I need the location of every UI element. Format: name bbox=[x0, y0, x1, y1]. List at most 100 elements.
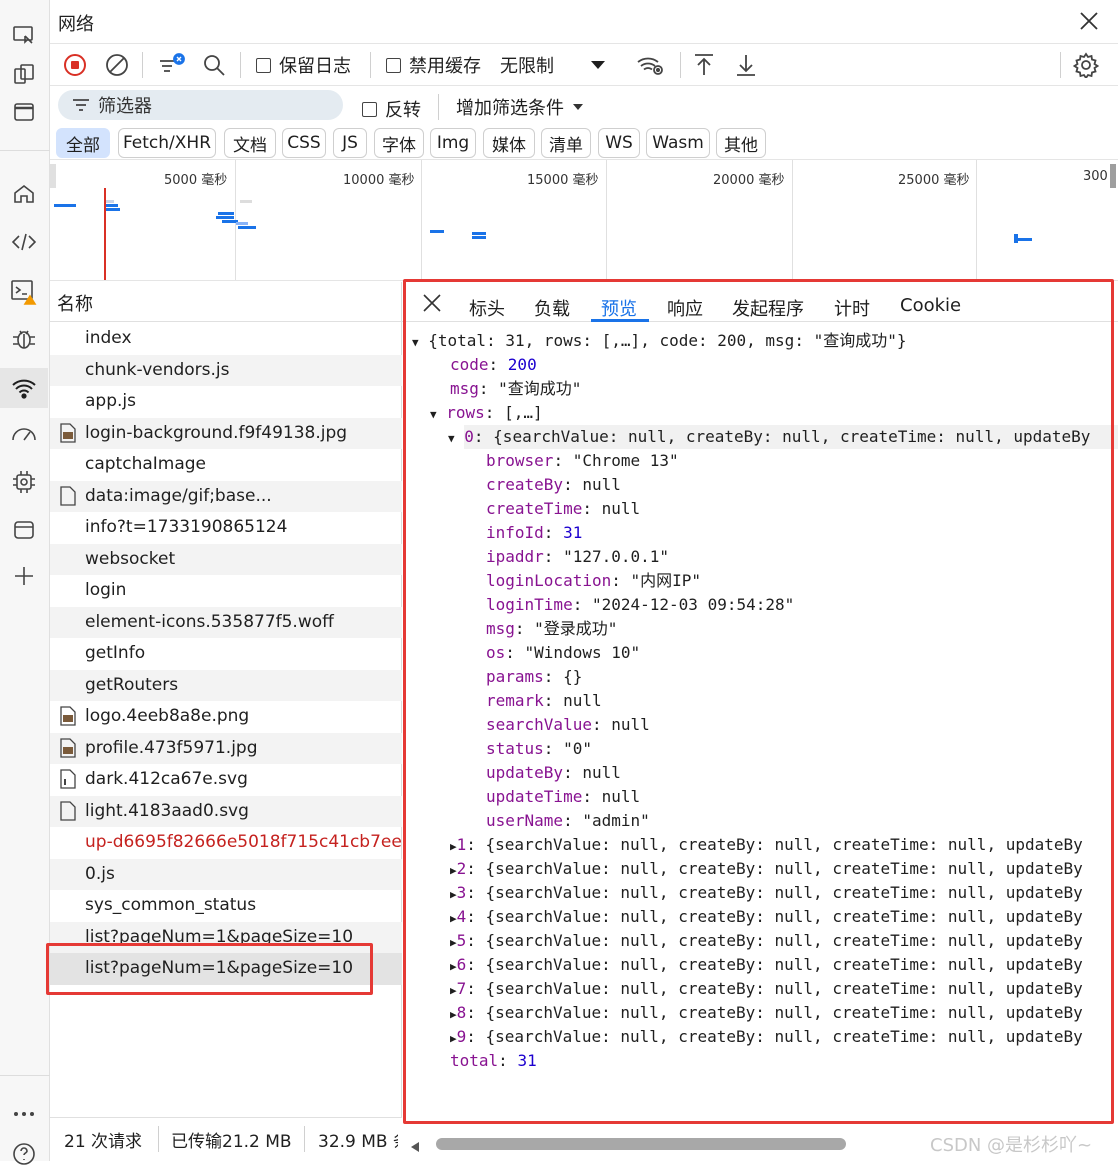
separator bbox=[680, 52, 681, 78]
preview-horizontal-scrollbar[interactable]: CSDN @是杉杉吖~ bbox=[402, 1127, 1118, 1161]
request-row[interactable]: 0.js bbox=[50, 858, 402, 890]
type-filter-other[interactable]: 其他 bbox=[716, 128, 766, 158]
window-icon[interactable] bbox=[8, 96, 40, 128]
grid-line bbox=[606, 160, 607, 280]
load-event-line bbox=[104, 188, 106, 280]
tick-label: 5000 毫秒 bbox=[164, 173, 228, 188]
filter-input[interactable]: 筛选器 bbox=[58, 90, 343, 120]
request-row[interactable]: info?t=1733190865124 bbox=[50, 512, 402, 544]
request-name: captchaImage bbox=[85, 454, 207, 474]
divider bbox=[0, 1075, 50, 1076]
network-conditions-icon[interactable] bbox=[636, 52, 666, 78]
type-filter-font[interactable]: 字体 bbox=[374, 128, 424, 158]
request-count: 21 次请求 bbox=[64, 1132, 143, 1152]
timeline-bar bbox=[106, 208, 120, 211]
svg-file-icon bbox=[60, 769, 76, 789]
request-name: data:image/gif;base... bbox=[85, 485, 272, 506]
request-row[interactable]: getInfo bbox=[50, 638, 402, 670]
request-row[interactable]: login bbox=[50, 575, 402, 607]
request-row[interactable]: element-icons.535877f5.woff bbox=[50, 606, 402, 638]
request-row[interactable]: login-background.f9f49138.jpg bbox=[50, 417, 402, 449]
type-filter-all[interactable]: 全部 bbox=[56, 128, 110, 158]
scroll-left-icon[interactable] bbox=[410, 1138, 420, 1157]
elements-code-icon[interactable] bbox=[8, 226, 40, 258]
timeline-bar bbox=[104, 204, 118, 207]
request-row[interactable]: app.js bbox=[50, 386, 402, 418]
request-row[interactable]: chunk-vendors.js bbox=[50, 354, 402, 386]
import-har-icon[interactable] bbox=[692, 52, 716, 78]
request-row[interactable]: getRouters bbox=[50, 669, 402, 701]
disable-cache-checkbox[interactable]: 禁用缓存 bbox=[386, 52, 481, 78]
device-emulation-icon[interactable] bbox=[8, 58, 40, 90]
disable-cache-checkbox-box[interactable] bbox=[386, 57, 401, 73]
request-name: login-background.f9f49138.jpg bbox=[85, 422, 348, 443]
settings-gear-icon[interactable] bbox=[1072, 52, 1100, 78]
request-row[interactable]: dark.412ca67e.svg bbox=[50, 764, 402, 796]
tick-label: 15000 毫秒 bbox=[527, 173, 599, 188]
preserve-log-checkbox[interactable]: 保留日志 bbox=[256, 52, 351, 78]
memory-chip-icon[interactable] bbox=[8, 466, 40, 498]
network-wifi-icon[interactable] bbox=[0, 368, 48, 408]
image-file-icon bbox=[60, 706, 76, 726]
overview-handle-right[interactable] bbox=[1110, 164, 1116, 188]
timeline-overview[interactable]: 5000 毫秒 10000 毫秒 15000 毫秒 20000 毫秒 25000… bbox=[50, 160, 1118, 281]
more-options-icon[interactable] bbox=[8, 1098, 40, 1130]
invert-checkbox[interactable]: 反转 bbox=[362, 96, 421, 122]
request-row[interactable]: websocket bbox=[50, 543, 402, 575]
tick-label: 25000 毫秒 bbox=[898, 173, 970, 188]
grid-line bbox=[976, 160, 977, 280]
type-filter-img[interactable]: Img bbox=[430, 128, 476, 158]
clear-icon[interactable] bbox=[104, 52, 130, 78]
tick-label: 20000 毫秒 bbox=[713, 173, 785, 188]
type-filter-manifest[interactable]: 清单 bbox=[541, 128, 591, 158]
type-filter-js[interactable]: JS bbox=[333, 128, 367, 158]
request-row[interactable]: light.4183aad0.svg bbox=[50, 795, 402, 827]
bug-icon[interactable] bbox=[8, 322, 40, 354]
request-row[interactable]: profile.473f5971.jpg bbox=[50, 732, 402, 764]
performance-icon[interactable] bbox=[8, 418, 40, 450]
scrollbar-thumb[interactable] bbox=[436, 1138, 846, 1150]
image-file-icon bbox=[60, 422, 76, 443]
name-column-header[interactable]: 名称 bbox=[50, 282, 402, 322]
timeline-bar bbox=[472, 236, 486, 239]
record-stop-icon[interactable] bbox=[62, 52, 88, 78]
overview-handle-left[interactable] bbox=[50, 164, 56, 188]
throttle-value: 无限制 bbox=[500, 56, 554, 77]
type-filter-doc[interactable]: 文档 bbox=[224, 128, 276, 158]
request-name: chunk-vendors.js bbox=[85, 359, 230, 380]
request-name: info?t=1733190865124 bbox=[85, 517, 288, 537]
type-filter-fetch-xhr[interactable]: Fetch/XHR bbox=[118, 128, 216, 158]
request-row[interactable]: data:image/gif;base... bbox=[50, 480, 402, 512]
request-row[interactable]: captchaImage bbox=[50, 449, 402, 481]
home-icon[interactable] bbox=[8, 178, 40, 210]
request-row[interactable]: up-d6695f82666e5018f715c41cb7ee... bbox=[50, 827, 402, 859]
more-tools-plus-icon[interactable] bbox=[8, 560, 40, 592]
timeline-bar bbox=[430, 230, 444, 233]
request-row[interactable]: index bbox=[50, 323, 402, 355]
type-filter-css[interactable]: CSS bbox=[282, 128, 326, 158]
filter-clear-icon[interactable] bbox=[158, 52, 186, 78]
application-window-icon[interactable] bbox=[8, 514, 40, 546]
close-icon[interactable] bbox=[1078, 10, 1100, 32]
throttle-dropdown-icon[interactable] bbox=[588, 52, 608, 78]
highlight-box-preview bbox=[403, 279, 1114, 1124]
search-icon[interactable] bbox=[201, 52, 227, 78]
request-row[interactable]: sys_common_status bbox=[50, 890, 402, 922]
add-filter-condition-button[interactable]: 增加筛选条件 bbox=[456, 94, 584, 120]
preserve-log-checkbox-box[interactable] bbox=[256, 57, 271, 73]
export-har-icon[interactable] bbox=[734, 52, 758, 78]
help-icon[interactable] bbox=[8, 1138, 40, 1170]
console-warning-icon[interactable] bbox=[8, 276, 40, 308]
type-filter-ws[interactable]: WS bbox=[598, 128, 640, 158]
request-name: getRouters bbox=[85, 674, 179, 695]
throttle-select[interactable]: 无限制 bbox=[500, 52, 554, 78]
request-name: light.4183aad0.svg bbox=[85, 800, 249, 821]
inspect-element-icon[interactable] bbox=[8, 20, 40, 52]
type-filter-media[interactable]: 媒体 bbox=[483, 128, 535, 158]
invert-checkbox-box[interactable] bbox=[362, 101, 377, 117]
request-row[interactable]: logo.4eeb8a8e.png bbox=[50, 701, 402, 733]
activity-bar bbox=[0, 0, 50, 1165]
type-filter-wasm[interactable]: Wasm bbox=[646, 128, 710, 158]
request-name: profile.473f5971.jpg bbox=[85, 737, 258, 758]
highlight-box-selected-request bbox=[46, 943, 373, 995]
